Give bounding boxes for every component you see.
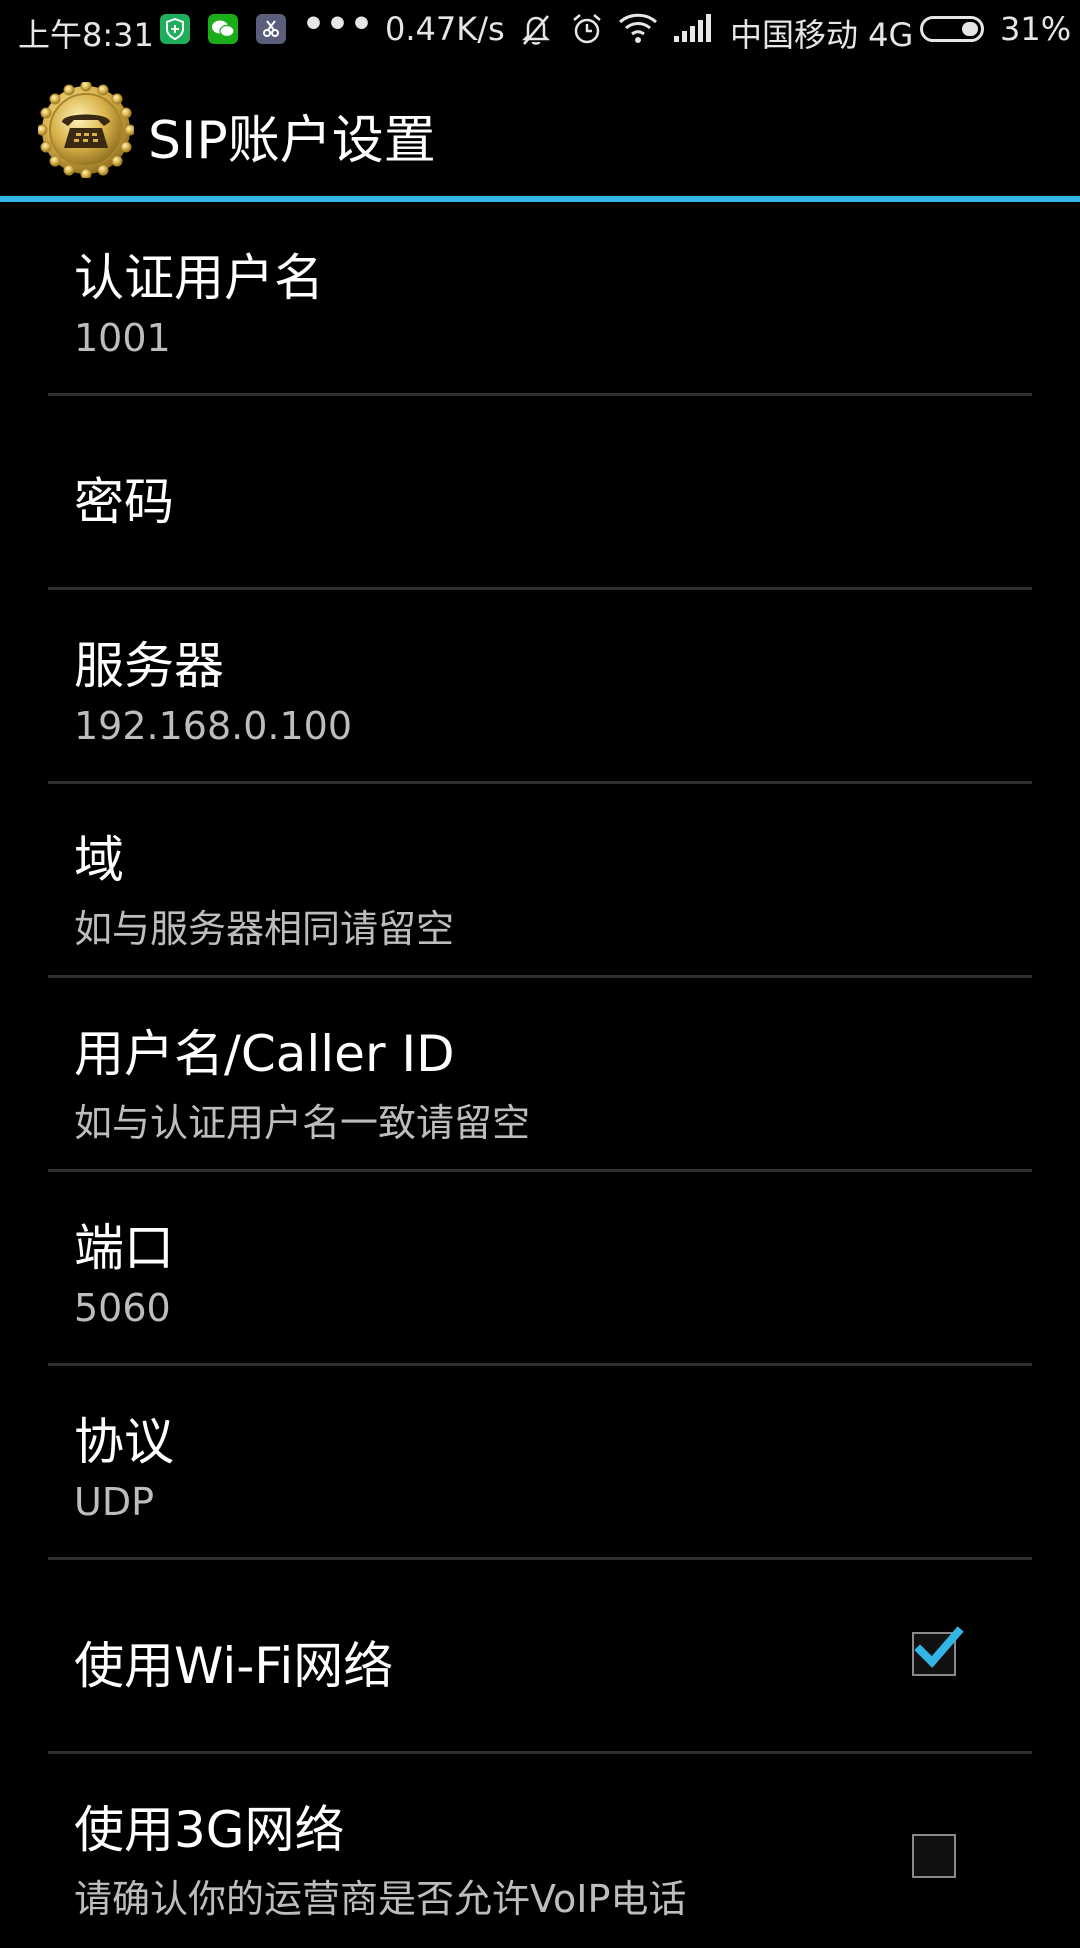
shield-app-icon xyxy=(160,14,190,44)
pref-server[interactable]: 服务器 192.168.0.100 xyxy=(48,590,1032,784)
network-speed: 0.47K/s xyxy=(385,10,505,48)
signal-icon xyxy=(672,12,712,52)
preference-list: 认证用户名 1001 密码 服务器 192.168.0.100 域 如与服务器相… xyxy=(0,202,1080,1948)
pref-summary: 1001 xyxy=(74,316,171,360)
status-bar: 上午8:31 ••• 0.47K/s 中国移动 4G 31% xyxy=(0,0,1080,60)
pref-port[interactable]: 端口 5060 xyxy=(48,1172,1032,1366)
pref-summary: 如与认证用户名一致请留空 xyxy=(74,1101,531,1145)
status-time: 上午8:31 xyxy=(18,16,154,54)
checkmark-icon xyxy=(914,1626,964,1668)
carrier-label: 中国移动 4G xyxy=(730,16,914,54)
wifi-checkbox[interactable] xyxy=(912,1626,964,1676)
3g-checkbox[interactable] xyxy=(912,1834,956,1878)
wifi-icon xyxy=(618,12,658,52)
phone-seal-icon[interactable] xyxy=(36,80,136,180)
scissors-app-icon xyxy=(256,14,286,44)
action-bar: SIP账户设置 xyxy=(0,60,1080,198)
bell-muted-icon xyxy=(520,12,552,54)
alarm-icon xyxy=(570,12,604,54)
pref-protocol[interactable]: 协议 UDP xyxy=(48,1366,1032,1560)
pref-title: 服务器 xyxy=(74,637,224,695)
pref-summary: 5060 xyxy=(74,1286,171,1330)
more-notifications-icon: ••• xyxy=(302,4,375,45)
pref-auth-username[interactable]: 认证用户名 1001 xyxy=(48,202,1032,396)
pref-summary: 192.168.0.100 xyxy=(74,704,353,748)
pref-title: 用户名/Caller ID xyxy=(74,1025,455,1083)
pref-use-wifi[interactable]: 使用Wi-Fi网络 xyxy=(48,1560,1032,1754)
pref-password[interactable]: 密码 xyxy=(48,396,1032,590)
pref-summary: 请确认你的运营商是否允许VoIP电话 xyxy=(74,1877,687,1921)
pref-domain[interactable]: 域 如与服务器相同请留空 xyxy=(48,784,1032,978)
pref-summary: 如与服务器相同请留空 xyxy=(74,907,455,951)
page-title: SIP账户设置 xyxy=(148,111,436,171)
pref-title: 使用Wi-Fi网络 xyxy=(74,1637,394,1695)
battery-icon xyxy=(920,16,984,42)
pref-use-3g[interactable]: 使用3G网络 请确认你的运营商是否允许VoIP电话 xyxy=(48,1754,1032,1948)
pref-title: 使用3G网络 xyxy=(74,1801,345,1859)
wechat-icon xyxy=(208,14,238,44)
pref-title: 协议 xyxy=(74,1413,174,1471)
battery-percent: 31% xyxy=(1000,10,1072,48)
pref-title: 端口 xyxy=(74,1219,174,1277)
pref-caller-id[interactable]: 用户名/Caller ID 如与认证用户名一致请留空 xyxy=(48,978,1032,1172)
pref-title: 认证用户名 xyxy=(74,249,324,307)
pref-title: 密码 xyxy=(74,473,174,531)
pref-title: 域 xyxy=(74,831,124,889)
pref-summary: UDP xyxy=(74,1480,154,1524)
